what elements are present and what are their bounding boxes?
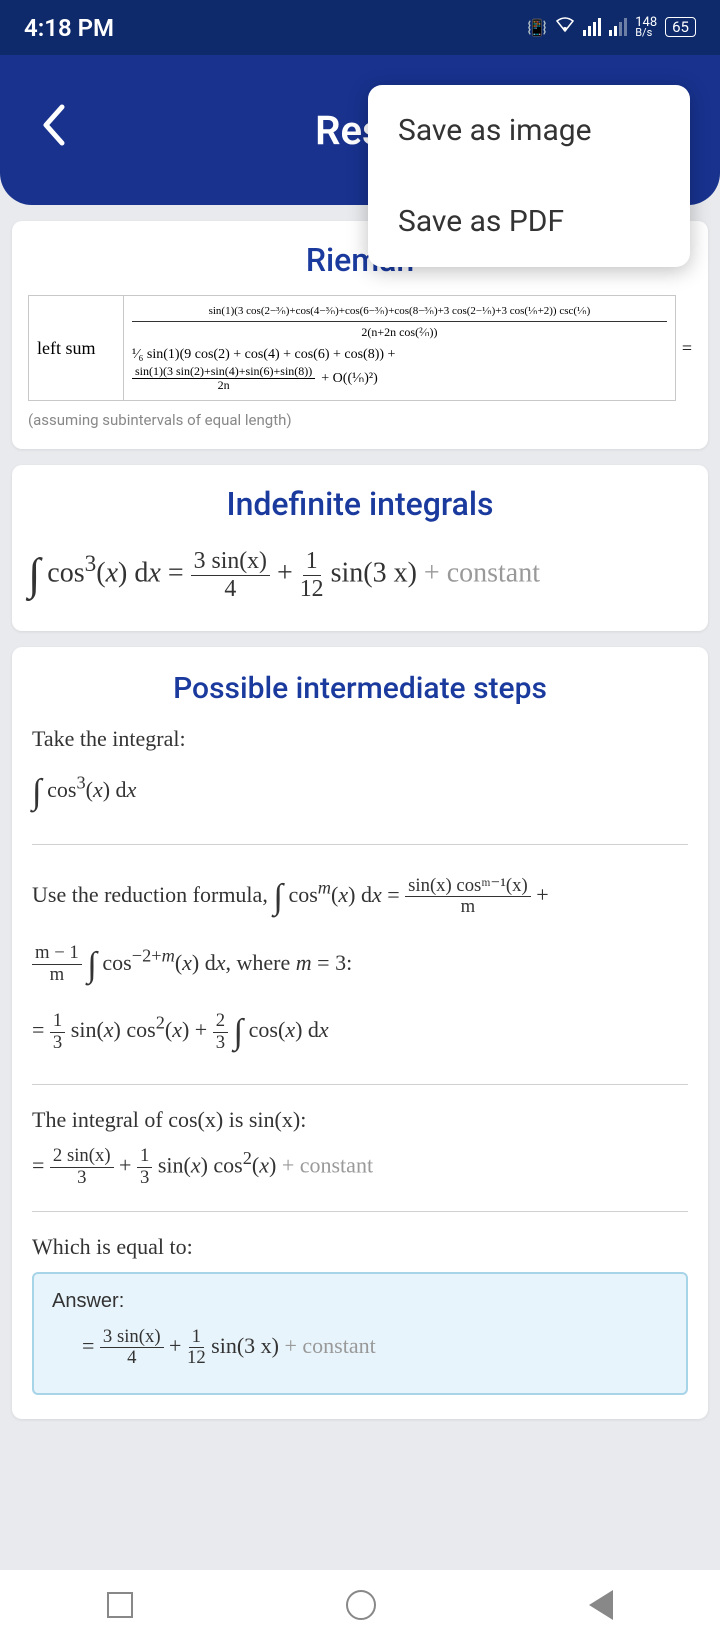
data-rate: 148 B/s: [635, 17, 657, 39]
save-pdf-menuitem[interactable]: Save as PDF: [368, 176, 690, 267]
wifi-icon: [555, 17, 575, 37]
status-bar: 4:18 PM 📳 148 B/s 65: [0, 0, 720, 55]
status-time: 4:18 PM: [24, 14, 114, 42]
step2-line2: m − 1m ∫ cos−2+m(x) dx, where m = 3:: [32, 935, 688, 995]
save-image-menuitem[interactable]: Save as image: [368, 85, 690, 176]
indefinite-title: Indefinite integrals: [28, 485, 692, 523]
steps-title: Possible intermediate steps: [32, 671, 688, 706]
step2-result: = 13 sin(x) cos2(x) + 23 ∫ cos(x) dx: [32, 1002, 688, 1062]
context-menu: Save as image Save as PDF: [368, 85, 690, 267]
signal-icon-2: [609, 18, 627, 36]
riemann-formula: sin(1)(3 cos(2−³⁄ₙ)+cos(4−³⁄ₙ)+cos(6−³⁄ₙ…: [124, 296, 676, 401]
step1-math: ∫ cos3(x) dx: [32, 762, 688, 822]
battery-indicator: 65: [665, 17, 696, 37]
riemann-note: (assuming subintervals of equal length): [28, 411, 692, 429]
step3-text: The integral of cos(x) is sin(x):: [32, 1107, 688, 1133]
divider: [32, 844, 688, 845]
step2: Use the reduction formula, ∫ cosm(x) dx …: [32, 867, 688, 927]
recent-apps-button[interactable]: [107, 1592, 133, 1618]
signal-icon: [583, 18, 601, 36]
indefinite-equation: ∫ cos3(x) dx = 3 sin(x)4 + 112 sin(3 x) …: [28, 539, 692, 611]
step1-text: Take the integral:: [32, 726, 688, 752]
answer-box: Answer: = 3 sin(x)4 + 112 sin(3 x) + con…: [32, 1272, 688, 1395]
riemann-left-label: left sum: [29, 296, 124, 401]
content-area[interactable]: Rieman left sum sin(1)(3 cos(2−³⁄ₙ)+cos(…: [0, 205, 720, 1570]
indefinite-card: Indefinite integrals ∫ cos3(x) dx = 3 si…: [12, 465, 708, 631]
answer-label: Answer:: [52, 1290, 668, 1313]
vibrate-icon: 📳: [527, 18, 547, 37]
status-icons: 📳 148 B/s 65: [527, 17, 696, 39]
riemann-table: left sum sin(1)(3 cos(2−³⁄ₙ)+cos(4−³⁄ₙ)+…: [28, 295, 676, 401]
back-button[interactable]: [40, 103, 68, 158]
home-button[interactable]: [346, 1590, 376, 1620]
back-nav-button[interactable]: [589, 1590, 613, 1620]
step4-text: Which is equal to:: [32, 1234, 688, 1260]
step3-math: = 2 sin(x)3 + 13 sin(x) cos2(x) + consta…: [32, 1143, 688, 1188]
divider-3: [32, 1211, 688, 1212]
equals-sign: =: [682, 338, 692, 359]
android-nav-bar: [0, 1570, 720, 1640]
steps-card: Possible intermediate steps Take the int…: [12, 647, 708, 1419]
divider-2: [32, 1084, 688, 1085]
answer-equation: = 3 sin(x)4 + 112 sin(3 x) + constant: [52, 1327, 668, 1369]
